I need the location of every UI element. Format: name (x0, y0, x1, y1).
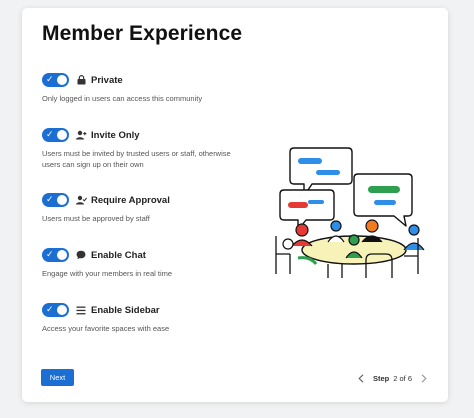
setting-label: Enable Sidebar (91, 304, 160, 316)
invite-only-toggle[interactable]: ✓ (42, 128, 69, 142)
chevron-left-icon (358, 373, 364, 383)
lock-icon (75, 74, 87, 86)
chat-bubble-icon (75, 249, 87, 261)
enable-sidebar-toggle[interactable]: ✓ (42, 303, 69, 317)
next-button[interactable]: Next (41, 369, 74, 386)
toggle-knob (57, 250, 67, 260)
setting-label: Private (91, 74, 123, 86)
setting-description: Engage with your members in real time (42, 269, 173, 278)
wizard-card: Member Experience ✓ Private Only logged … (22, 8, 448, 402)
setting-description: Access your favorite spaces with ease (42, 324, 170, 333)
setting-description: Only logged in users can access this com… (42, 94, 203, 103)
private-toggle[interactable]: ✓ (42, 73, 69, 87)
list-icon (75, 304, 87, 316)
setting-invite-only: ✓ Invite Only Users must be invited by t… (42, 127, 242, 170)
toggle-knob (57, 75, 67, 85)
previous-step-button[interactable] (355, 373, 367, 383)
setting-enable-chat: ✓ Enable Chat Engage with your members i… (42, 247, 242, 280)
setting-require-approval: ✓ Require Approval Users must be approve… (42, 192, 242, 225)
require-approval-toggle[interactable]: ✓ (42, 193, 69, 207)
next-step-button[interactable] (418, 373, 430, 383)
setting-label: Enable Chat (91, 249, 146, 261)
step-label: Step (372, 373, 390, 383)
user-check-icon (75, 194, 87, 206)
page-title: Member Experience (42, 22, 243, 45)
setting-enable-sidebar: ✓ Enable Sidebar Access your favorite sp… (42, 302, 242, 335)
setting-label: Require Approval (91, 194, 170, 206)
check-icon: ✓ (46, 75, 54, 85)
toggle-knob (57, 130, 67, 140)
setting-description: Users must be approved by staff (42, 214, 150, 223)
user-plus-icon (75, 129, 87, 141)
check-icon: ✓ (46, 130, 54, 140)
chevron-right-icon (421, 373, 427, 383)
setting-private: ✓ Private Only logged in users can acces… (42, 72, 242, 105)
check-icon: ✓ (46, 305, 54, 315)
check-icon: ✓ (46, 195, 54, 205)
setting-label: Invite Only (91, 129, 140, 141)
setting-description: Users must be invited by trusted users o… (42, 149, 231, 169)
toggle-knob (57, 195, 67, 205)
toggle-knob (57, 305, 67, 315)
step-count: 2 of 6 (393, 373, 412, 383)
check-icon: ✓ (46, 250, 54, 260)
step-navigator: Step 2 of 6 (355, 373, 430, 383)
enable-chat-toggle[interactable]: ✓ (42, 248, 69, 262)
community-meeting-illustration (275, 147, 425, 278)
